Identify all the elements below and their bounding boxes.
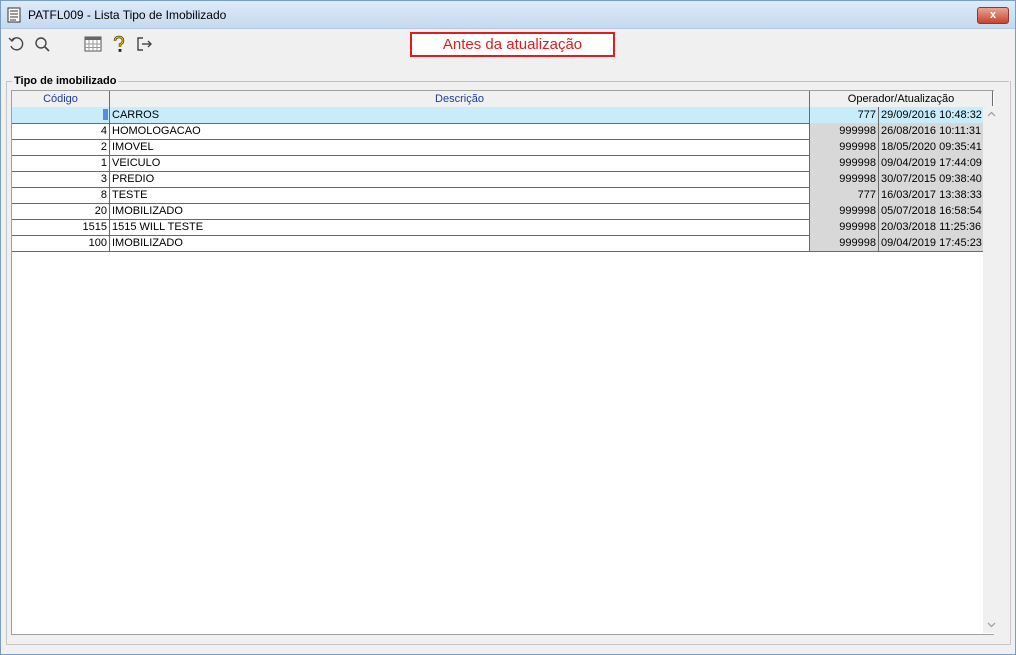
row-cursor-marker bbox=[103, 109, 108, 120]
cell-operator: 777 bbox=[810, 107, 879, 123]
cell-description[interactable]: IMOBILIZADO bbox=[110, 203, 810, 219]
cell-operator: 999998 bbox=[810, 219, 879, 235]
search-icon[interactable] bbox=[33, 35, 51, 53]
cell-code[interactable]: 1 bbox=[12, 155, 110, 171]
cell-operator: 999998 bbox=[810, 235, 879, 251]
help-icon[interactable] bbox=[110, 35, 128, 53]
table-row[interactable]: 8 TESTE 777 16/03/2017 13:38:33 bbox=[12, 187, 993, 204]
status-banner: Antes da atualização bbox=[410, 32, 615, 57]
cell-operator: 999998 bbox=[810, 203, 879, 219]
undo-icon[interactable] bbox=[7, 35, 25, 53]
cell-code[interactable]: 1515 bbox=[12, 219, 110, 235]
cell-operator: 999998 bbox=[810, 123, 879, 139]
cell-updated: 09/04/2019 17:44:09 bbox=[879, 155, 993, 171]
cell-code[interactable] bbox=[12, 107, 110, 123]
main-window: PATFL009 - Lista Tipo de Imobilizado x A… bbox=[0, 0, 1016, 655]
column-header-code[interactable]: Código bbox=[12, 91, 110, 108]
cell-updated: 18/05/2020 09:35:41 bbox=[879, 139, 993, 155]
close-button[interactable]: x bbox=[977, 7, 1009, 24]
document-icon bbox=[7, 7, 21, 23]
table-row[interactable]: 1515 1515 WILL TESTE 999998 20/03/2018 1… bbox=[12, 219, 993, 236]
cell-code[interactable]: 8 bbox=[12, 187, 110, 203]
cell-description[interactable]: CARROS bbox=[110, 107, 810, 123]
cell-updated: 05/07/2018 16:58:54 bbox=[879, 203, 993, 219]
cell-operator: 999998 bbox=[810, 155, 879, 171]
column-header-operator[interactable]: Operador/Atualização bbox=[810, 91, 993, 108]
cell-updated: 29/09/2016 10:48:32 bbox=[879, 107, 993, 123]
table-row[interactable]: 4 HOMOLOGACAO 999998 26/08/2016 10:11:31 bbox=[12, 123, 993, 140]
vertical-scrollbar[interactable] bbox=[983, 106, 1000, 633]
exit-icon[interactable] bbox=[135, 35, 153, 53]
cell-updated: 26/08/2016 10:11:31 bbox=[879, 123, 993, 139]
cell-operator: 999998 bbox=[810, 139, 879, 155]
cell-code[interactable]: 3 bbox=[12, 171, 110, 187]
cell-code[interactable]: 100 bbox=[12, 235, 110, 251]
window-title: PATFL009 - Lista Tipo de Imobilizado bbox=[28, 8, 227, 22]
cell-description[interactable]: TESTE bbox=[110, 187, 810, 203]
table-row[interactable]: 100 IMOBILIZADO 999998 09/04/2019 17:45:… bbox=[12, 235, 993, 252]
cell-description[interactable]: IMOVEL bbox=[110, 139, 810, 155]
title-bar[interactable]: PATFL009 - Lista Tipo de Imobilizado x bbox=[1, 1, 1015, 29]
group-separator bbox=[7, 81, 1009, 82]
cell-updated: 20/03/2018 11:25:36 bbox=[879, 219, 993, 235]
cell-updated: 09/04/2019 17:45:23 bbox=[879, 235, 993, 251]
calendar-icon[interactable] bbox=[84, 35, 102, 53]
cell-operator: 999998 bbox=[810, 171, 879, 187]
scroll-up-icon[interactable] bbox=[986, 109, 997, 120]
table-row[interactable]: 2 IMOVEL 999998 18/05/2020 09:35:41 bbox=[12, 139, 993, 156]
cell-updated: 30/07/2015 09:38:40 bbox=[879, 171, 993, 187]
cell-description[interactable]: VEICULO bbox=[110, 155, 810, 171]
table-row[interactable]: CARROS 777 29/09/2016 10:48:32 bbox=[12, 107, 993, 124]
scroll-down-icon[interactable] bbox=[986, 619, 997, 630]
cell-code[interactable]: 4 bbox=[12, 123, 110, 139]
data-grid[interactable]: Código Descrição Operador/Atualização CA… bbox=[11, 90, 994, 635]
table-row[interactable]: 1 VEICULO 999998 09/04/2019 17:44:09 bbox=[12, 155, 993, 172]
group-title: Tipo de imobilizado bbox=[12, 75, 119, 87]
table-row[interactable]: 3 PREDIO 999998 30/07/2015 09:38:40 bbox=[12, 171, 993, 188]
table-row[interactable]: 20 IMOBILIZADO 999998 05/07/2018 16:58:5… bbox=[12, 203, 993, 220]
cell-description[interactable]: PREDIO bbox=[110, 171, 810, 187]
cell-updated: 16/03/2017 13:38:33 bbox=[879, 187, 993, 203]
cell-description[interactable]: 1515 WILL TESTE bbox=[110, 219, 810, 235]
column-header-description[interactable]: Descrição bbox=[110, 91, 810, 108]
cell-description[interactable]: IMOBILIZADO bbox=[110, 235, 810, 251]
cell-code[interactable]: 2 bbox=[12, 139, 110, 155]
cell-description[interactable]: HOMOLOGACAO bbox=[110, 123, 810, 139]
cell-code[interactable]: 20 bbox=[12, 203, 110, 219]
cell-operator: 777 bbox=[810, 187, 879, 203]
